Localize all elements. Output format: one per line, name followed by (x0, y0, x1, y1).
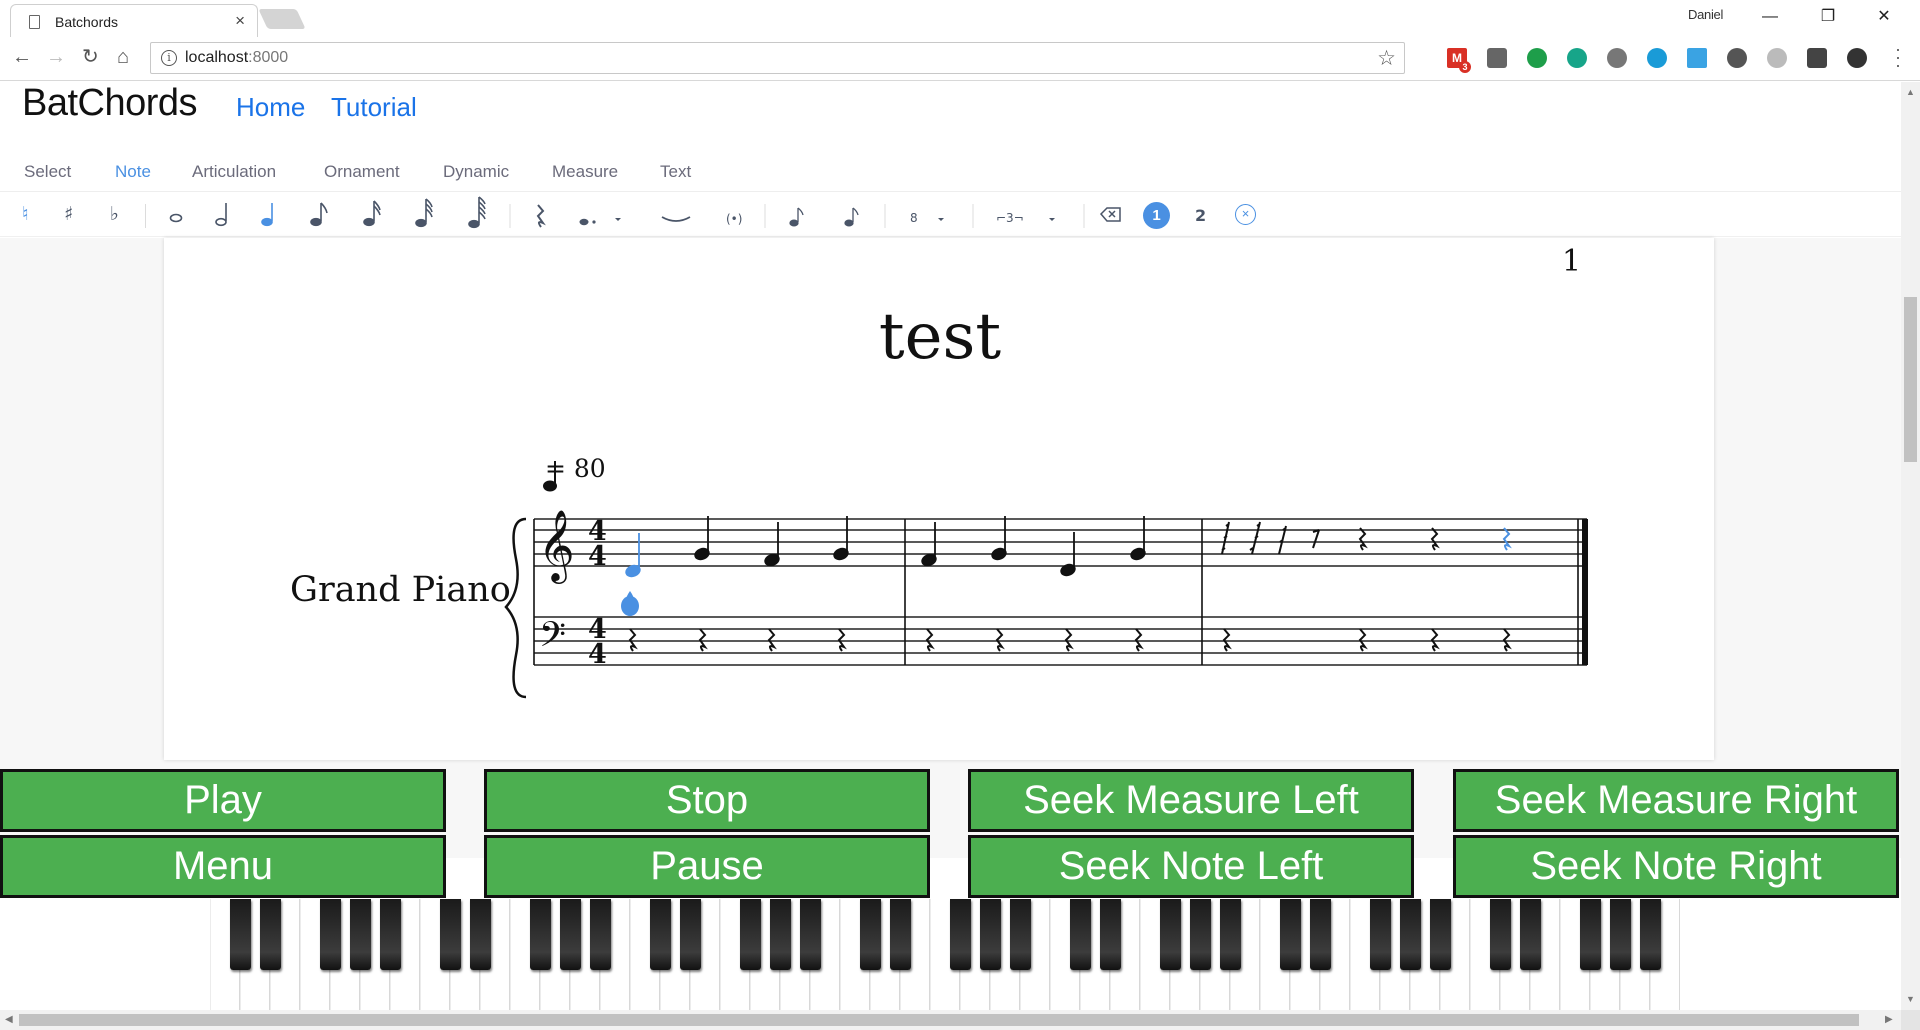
piano-black-key[interactable] (890, 899, 911, 970)
scroll-up-icon[interactable]: ▲ (1906, 87, 1915, 97)
score-notation[interactable]: 𝄞 𝄢 4 4 4 4 (0, 0, 1920, 760)
piano-black-key[interactable] (1430, 899, 1451, 970)
piano-black-key[interactable] (590, 899, 611, 970)
piano-black-key[interactable] (440, 899, 461, 970)
piano-black-key[interactable] (470, 899, 491, 970)
piano-black-key[interactable] (530, 899, 551, 970)
svg-text:4: 4 (588, 541, 607, 572)
horizontal-scroll-thumb[interactable] (19, 1014, 1859, 1026)
piano-keyboard[interactable] (210, 899, 1680, 1011)
menu-button[interactable]: Menu (0, 835, 446, 898)
piano-black-key[interactable] (800, 899, 821, 970)
selected-note (625, 533, 641, 578)
scroll-right-icon[interactable]: ▶ (1885, 1014, 1893, 1025)
stop-button[interactable]: Stop (484, 769, 930, 832)
vertical-scroll-thumb[interactable] (1904, 297, 1917, 462)
seek-note-right-button[interactable]: Seek Note Right (1453, 835, 1899, 898)
piano-black-key[interactable] (260, 899, 281, 970)
piano-black-key[interactable] (740, 899, 761, 970)
piano-black-key[interactable] (1370, 899, 1391, 970)
tempo-note-icon (543, 461, 557, 492)
piano-black-key[interactable] (770, 899, 791, 970)
treble-staff (534, 518, 1587, 567)
piano-black-key[interactable] (650, 899, 671, 970)
piano-black-key[interactable] (1190, 899, 1211, 970)
svg-text:4: 4 (588, 639, 607, 670)
piano-black-key[interactable] (680, 899, 701, 970)
scroll-left-icon[interactable]: ◀ (5, 1014, 13, 1025)
piano-black-key[interactable] (1100, 899, 1121, 970)
seek-note-left-button[interactable]: Seek Note Left (968, 835, 1414, 898)
treble-clef: 𝄞 (538, 508, 575, 584)
piano-black-key[interactable] (980, 899, 1001, 970)
piano-black-key[interactable] (1010, 899, 1031, 970)
piano-black-key[interactable] (1610, 899, 1631, 970)
piano-black-key[interactable] (1520, 899, 1541, 970)
seek-measure-right-button[interactable]: Seek Measure Right (1453, 769, 1899, 832)
piano-black-key[interactable] (950, 899, 971, 970)
scrollbar-corner (1901, 1010, 1920, 1030)
horizontal-scrollbar[interactable]: ◀ ▶ (0, 1010, 1901, 1030)
selected-rest (1502, 527, 1512, 551)
piano-black-key[interactable] (1490, 899, 1511, 970)
bass-staff (534, 616, 1587, 666)
piano-black-key[interactable] (1310, 899, 1331, 970)
play-button[interactable]: Play (0, 769, 446, 832)
seek-measure-left-button[interactable]: Seek Measure Left (968, 769, 1414, 832)
piano-black-key[interactable] (1400, 899, 1421, 970)
pause-button[interactable]: Pause (484, 835, 930, 898)
scroll-down-icon[interactable]: ▼ (1906, 994, 1915, 1004)
bass-rests (628, 628, 1512, 652)
vertical-scrollbar[interactable]: ▲ ▼ (1901, 82, 1920, 1010)
piano-black-key[interactable] (230, 899, 251, 970)
note-cursor-icon (621, 596, 639, 616)
piano-black-key[interactable] (1160, 899, 1181, 970)
piano-black-key[interactable] (380, 899, 401, 970)
piano-black-key[interactable] (1220, 899, 1241, 970)
piano-black-key[interactable] (1070, 899, 1091, 970)
piano-black-key[interactable] (560, 899, 581, 970)
piano-black-key[interactable] (1580, 899, 1601, 970)
grand-staff-brace (504, 517, 527, 699)
piano-black-key[interactable] (350, 899, 371, 970)
piano-black-key[interactable] (860, 899, 881, 970)
piano-black-key[interactable] (1640, 899, 1661, 970)
bass-clef: 𝄢 (539, 614, 566, 663)
piano-black-key[interactable] (320, 899, 341, 970)
treble-notes (694, 516, 1146, 577)
piano-black-key[interactable] (1280, 899, 1301, 970)
treble-rests (1221, 521, 1440, 555)
